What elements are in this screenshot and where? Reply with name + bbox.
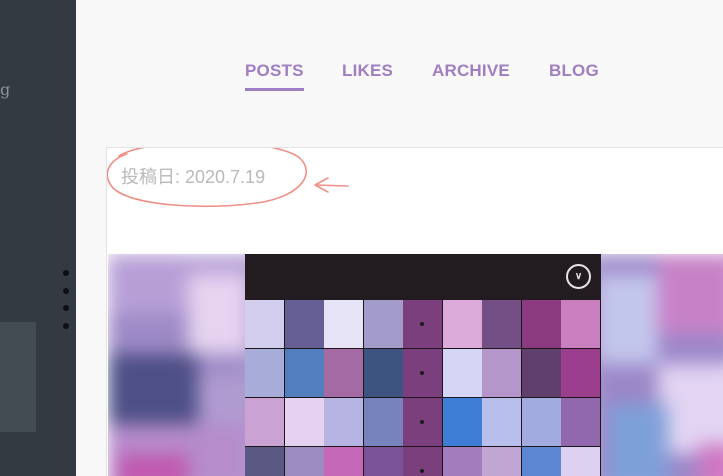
color-swatch: [561, 398, 600, 446]
color-swatch: [561, 349, 600, 397]
sidebar-panel: [0, 322, 36, 432]
color-swatch: [403, 447, 442, 476]
color-swatch: [245, 300, 284, 348]
color-swatch: [442, 300, 482, 348]
color-swatch: [403, 349, 442, 397]
color-swatch: [324, 349, 363, 397]
color-swatch: [521, 447, 561, 476]
annotation-arrow: [314, 177, 349, 193]
post-image[interactable]: ∨: [108, 254, 723, 476]
color-swatch: [324, 300, 363, 348]
nav-tab-likes[interactable]: LIKES: [342, 61, 393, 81]
color-swatch: [363, 447, 403, 476]
phone-header: ∨: [245, 254, 601, 300]
color-swatch: [324, 447, 363, 476]
color-swatch: [284, 398, 324, 446]
color-swatch: [521, 300, 561, 348]
color-swatch: [363, 398, 403, 446]
dot-marker: [420, 469, 424, 473]
post-card: 投稿日: 2020.7.19 ∨: [106, 147, 723, 476]
nav-tab-blog[interactable]: BLOG: [549, 61, 599, 81]
color-swatch: [521, 398, 561, 446]
color-swatch: [363, 300, 403, 348]
color-swatch: [442, 447, 482, 476]
phone-screenshot: ∨: [245, 254, 601, 476]
color-swatch: [482, 349, 521, 397]
nav-tab-archive[interactable]: ARCHIVE: [432, 61, 510, 81]
main-content: POSTS LIKES ARCHIVE BLOG 投稿日: 2020.7.19: [76, 0, 723, 476]
dot-marker: [420, 371, 424, 375]
color-swatch: [284, 447, 324, 476]
color-swatch: [245, 447, 284, 476]
color-swatch: [482, 300, 521, 348]
color-swatch: [482, 398, 521, 446]
post-date: 投稿日: 2020.7.19: [121, 167, 266, 187]
color-swatch: [245, 349, 284, 397]
color-swatch: [403, 398, 442, 446]
color-swatch: [363, 349, 403, 397]
sidebar: g: [0, 0, 76, 476]
color-swatch: [403, 300, 442, 348]
color-swatch: [284, 300, 324, 348]
dot-marker: [420, 420, 424, 424]
nav-tab-posts[interactable]: POSTS: [245, 61, 304, 91]
more-options-icon[interactable]: [63, 270, 71, 340]
color-swatch: [561, 300, 600, 348]
color-swatch: [442, 349, 482, 397]
color-swatch: [245, 398, 284, 446]
color-swatch: [561, 447, 600, 476]
blog-nav: POSTS LIKES ARCHIVE BLOG: [76, 61, 723, 101]
color-swatch: [482, 447, 521, 476]
color-swatch: [442, 398, 482, 446]
sidebar-text-fragment: g: [0, 80, 11, 99]
dot-marker: [420, 322, 424, 326]
color-swatch: [521, 349, 561, 397]
color-swatch: [324, 398, 363, 446]
chevron-down-icon[interactable]: ∨: [566, 264, 591, 289]
color-swatch: [284, 349, 324, 397]
